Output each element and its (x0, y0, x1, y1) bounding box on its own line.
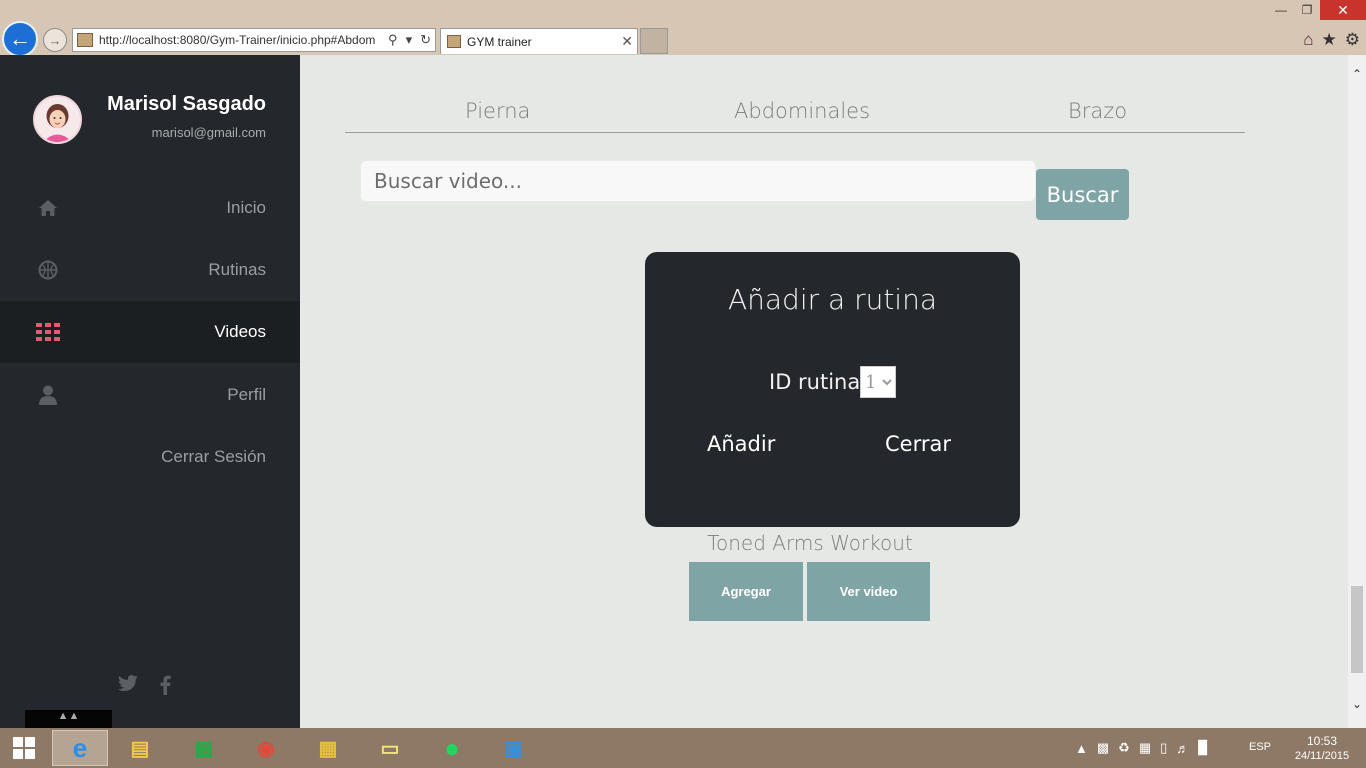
file-explorer-app[interactable]: ▤ (112, 730, 168, 766)
facebook-icon[interactable] (160, 675, 171, 701)
sidebar-item-label: Cerrar Sesión (161, 447, 266, 466)
tab-favicon-icon (447, 35, 461, 48)
refresh-icon[interactable]: ↻ (420, 32, 431, 48)
sidebar-item-label: Inicio (226, 198, 266, 217)
main-content: Pierna Abdominales Brazo Buscar Añadir a… (300, 55, 1348, 728)
forward-button[interactable]: → (43, 28, 67, 52)
sidebar-item-rutinas[interactable]: Rutinas (0, 239, 300, 301)
new-tab-button[interactable] (640, 28, 668, 54)
browser-tab[interactable]: GYM trainer ✕ (440, 28, 638, 54)
people-icon: ▲▲ (57, 710, 80, 722)
video-title: Toned Arms Workout (707, 531, 913, 555)
sidebar-item-cerrar-sesion[interactable]: Cerrar Sesión (0, 426, 300, 488)
windows-logo-icon (13, 737, 35, 759)
sidebar-item-label: Rutinas (208, 260, 266, 279)
add-to-routine-modal: Añadir a rutina ID rutina 1 Añadir Cerra… (645, 252, 1020, 527)
tray-expand-icon[interactable]: ▲ (1075, 741, 1088, 756)
apps-app[interactable]: ▦ (300, 730, 356, 766)
close-window-icon[interactable]: ✕ (1320, 0, 1366, 20)
system-tray: ▲ ▩ ♻ ▦ ▯ ♬ ▉ (1075, 728, 1208, 768)
user-email: marisol@gmail.com (151, 125, 266, 140)
spotify-app[interactable]: ● (424, 730, 480, 766)
search-input[interactable] (360, 160, 1036, 202)
start-button[interactable] (0, 728, 48, 768)
store-icon: ▦ (194, 737, 214, 760)
page-favicon-icon (77, 33, 93, 47)
grid-icon (36, 320, 60, 344)
sidebar-item-perfil[interactable]: Perfil (0, 364, 300, 426)
home-icon (36, 196, 60, 220)
page-scrollbar[interactable]: ⌃ ⌄ (1348, 55, 1366, 728)
minimize-icon[interactable]: — (1268, 0, 1294, 20)
modal-title: Añadir a rutina (727, 283, 937, 316)
back-button[interactable]: ← (2, 21, 38, 57)
scroll-down-icon[interactable]: ⌄ (1348, 697, 1366, 711)
volume-icon[interactable]: ♬ (1176, 741, 1189, 756)
editor-icon: ▣ (504, 737, 524, 760)
clock-time[interactable]: 10:53 (1290, 734, 1354, 748)
modal-add-button[interactable]: Añadir (707, 432, 775, 456)
sidebar-bottom-tab[interactable]: ▲▲ (25, 710, 112, 728)
add-video-button[interactable]: Agregar (689, 562, 803, 621)
folder-icon: ▤ (130, 737, 150, 760)
editor-app[interactable]: ▣ (486, 730, 542, 766)
tab-pierna[interactable]: Pierna (465, 99, 530, 123)
basketball-icon (36, 258, 60, 282)
chrome-app[interactable]: ◉ (238, 730, 294, 766)
keyboard-icon[interactable]: ▩ (1097, 740, 1109, 756)
sidebar-item-videos[interactable]: Videos (0, 301, 300, 363)
tab-brazo[interactable]: Brazo (1068, 99, 1127, 123)
address-bar[interactable]: http://localhost:8080/Gym-Trainer/inicio… (72, 28, 436, 52)
store-app[interactable]: ▦ (176, 730, 232, 766)
browser-toolbar-icons: ⌂ ★ ⚙ (1303, 30, 1360, 50)
routine-id-label: ID rutina (769, 370, 861, 394)
view-video-button[interactable]: Ver video (807, 562, 930, 621)
sidebar-item-label: Videos (214, 322, 266, 341)
windows-taskbar: e ▤ ▦ ◉ ▦ ▭ ● ▣ ▲ ▩ ♻ ▦ ▯ ♬ ▉ ESP 10:53 … (0, 728, 1366, 768)
user-name: Marisol Sasgado (107, 93, 266, 115)
signal-icon[interactable]: ▉ (1198, 740, 1208, 756)
search-button[interactable]: Buscar (1036, 169, 1129, 220)
sticky-notes-icon: ▭ (380, 737, 400, 760)
avatar (33, 95, 82, 144)
chrome-icon: ◉ (257, 737, 275, 760)
scroll-up-icon[interactable]: ⌃ (1348, 67, 1366, 81)
internet-explorer-app[interactable]: e (52, 730, 108, 766)
recycle-icon[interactable]: ♻ (1118, 740, 1130, 756)
home-page-icon[interactable]: ⌂ (1303, 30, 1313, 50)
sidebar-item-label: Perfil (227, 385, 266, 404)
language-indicator[interactable]: ESP (1249, 741, 1271, 753)
settings-gear-icon[interactable]: ⚙ (1345, 30, 1360, 50)
clock-date[interactable]: 24/11/2015 (1286, 750, 1358, 762)
tab-abdominales[interactable]: Abdominales (734, 99, 870, 123)
browser-chrome: ← → http://localhost:8080/Gym-Trainer/in… (0, 0, 1366, 57)
search-icon[interactable]: ⚲ (388, 32, 398, 48)
arrow-right-icon: → (48, 32, 62, 48)
modal-close-button[interactable]: Cerrar (885, 432, 951, 456)
favorites-star-icon[interactable]: ★ (1322, 30, 1337, 50)
user-icon (36, 383, 60, 407)
apps-grid-icon: ▦ (318, 737, 338, 760)
routine-id-select[interactable]: 1 (860, 366, 896, 398)
scroll-thumb[interactable] (1351, 586, 1363, 673)
twitter-icon[interactable] (118, 675, 138, 701)
tab-close-icon[interactable]: ✕ (621, 33, 633, 50)
sidebar: Marisol Sasgado marisol@gmail.com Inicio… (0, 55, 300, 728)
restore-icon[interactable]: ❐ (1294, 0, 1320, 20)
dropdown-icon[interactable]: ▾ (406, 32, 413, 48)
tab-title: GYM trainer (467, 34, 532, 49)
spotify-icon: ● (444, 732, 460, 763)
internet-explorer-icon: e (72, 732, 88, 763)
network-adapter-icon[interactable]: ▯ (1160, 740, 1167, 756)
windows-tray-icon[interactable]: ▦ (1139, 740, 1151, 756)
social-links (118, 675, 171, 701)
avatar-illustration (35, 97, 80, 142)
category-tabs: Pierna Abdominales Brazo (345, 99, 1245, 133)
address-url[interactable]: http://localhost:8080/Gym-Trainer/inicio… (99, 33, 384, 47)
sidebar-item-inicio[interactable]: Inicio (0, 177, 300, 239)
arrow-left-icon: ← (9, 26, 31, 51)
sticky-notes-app[interactable]: ▭ (362, 730, 418, 766)
window-controls: — ❐ ✕ (1268, 0, 1366, 20)
